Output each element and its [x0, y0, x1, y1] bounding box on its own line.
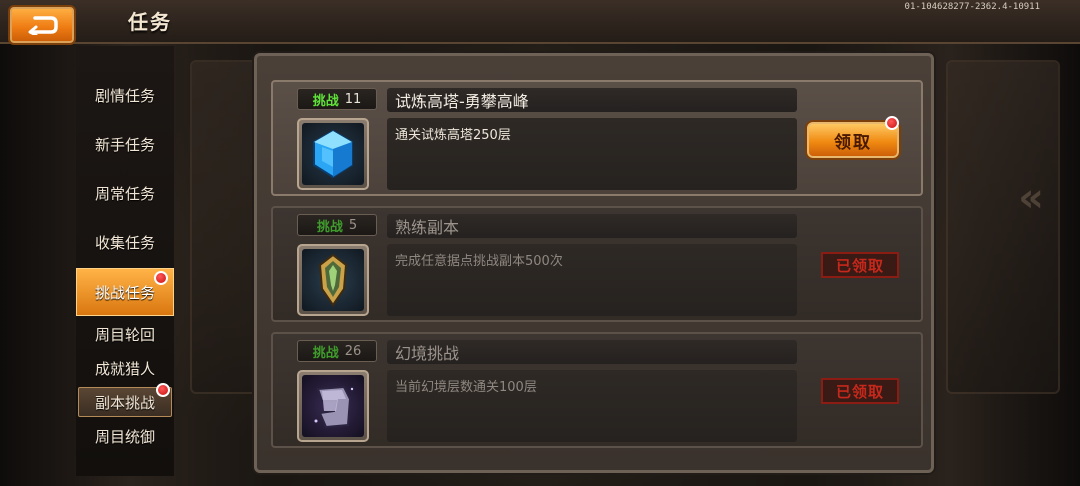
- return-arrow-icon: [28, 16, 58, 35]
- sidebar-item-label: 成就猎人: [94, 359, 155, 378]
- task-title: 幻境挑战: [387, 340, 797, 364]
- sidebar-item-label: 周目轮回: [94, 325, 155, 344]
- claim-button-label: 领取: [834, 132, 872, 153]
- task-card: 挑战 5 熟练副本 完成任意据点挑战副本500次 已领取: [271, 206, 923, 322]
- background-chevron-icon: «: [1018, 175, 1044, 221]
- sidebar-item-novice-tasks[interactable]: 新手任务: [76, 120, 174, 168]
- task-reward-icon-frame[interactable]: [297, 370, 369, 442]
- sidebar-item-story-tasks[interactable]: 剧情任务: [76, 71, 174, 119]
- top-bar: 任务 01-104628277-2362.4-10911: [0, 0, 1080, 45]
- task-card: 挑战 26 幻境挑战 当前幻境层数通关100层 已领取: [271, 332, 923, 448]
- tag-number: 26: [344, 343, 362, 359]
- page-title: 任务: [128, 10, 172, 34]
- tag-number: 11: [344, 91, 362, 107]
- sidebar-item-label: 副本挑战: [94, 393, 155, 412]
- notification-badge: [885, 116, 899, 130]
- task-description: 当前幻境层数通关100层: [387, 370, 797, 442]
- version-text: 01-104628277-2362.4-10911: [904, 2, 1040, 12]
- sidebar-item-label: 新手任务: [94, 135, 155, 154]
- tag-label: 挑战: [312, 93, 339, 109]
- tag-label: 挑战: [312, 345, 339, 361]
- task-description: 通关试炼高塔250层: [387, 118, 797, 190]
- sidebar-item-cycle-rebirth[interactable]: 周目轮回: [76, 319, 174, 349]
- tag-number: 5: [348, 217, 358, 233]
- notification-badge: [156, 383, 170, 397]
- task-description: 完成任意据点挑战副本500次: [387, 244, 797, 316]
- challenge-tag: 挑战 5: [297, 214, 377, 236]
- task-category-sidebar: 剧情任务 新手任务 周常任务 收集任务 挑战任务 周目轮回 成就猎人 副本挑战 …: [76, 46, 174, 476]
- task-reward-icon-frame[interactable]: [297, 118, 369, 190]
- claimed-stamp: 已领取: [821, 378, 899, 404]
- purple-rune-icon: [314, 385, 354, 429]
- sidebar-item-label: 周常任务: [94, 184, 155, 203]
- task-title: 试炼高塔-勇攀高峰: [387, 88, 797, 112]
- sidebar-item-label: 周目统御: [94, 427, 155, 446]
- task-list-panel: 挑战 11 试炼高塔-勇攀高峰 通关试炼高塔250层 领取 挑战 5 熟练副本 …: [254, 53, 934, 473]
- challenge-tag: 挑战 11: [297, 88, 377, 110]
- sidebar-item-label: 收集任务: [94, 233, 155, 252]
- tag-label: 挑战: [316, 219, 343, 235]
- sidebar-item-label: 挑战任务: [94, 283, 155, 302]
- sidebar-item-label: 剧情任务: [94, 86, 155, 105]
- back-button[interactable]: [8, 5, 76, 45]
- task-card: 挑战 11 试炼高塔-勇攀高峰 通关试炼高塔250层 领取: [271, 80, 923, 196]
- claimed-stamp: 已领取: [821, 252, 899, 278]
- sidebar-item-achievement-hunter[interactable]: 成就猎人: [76, 353, 174, 383]
- golden-shield-crystal-icon: [318, 253, 348, 307]
- blue-crystal-icon: [313, 129, 353, 179]
- sidebar-item-weekly-tasks[interactable]: 周常任务: [76, 169, 174, 217]
- challenge-tag: 挑战 26: [297, 340, 377, 362]
- task-reward-icon-frame[interactable]: [297, 244, 369, 316]
- notification-badge: [154, 271, 168, 285]
- sidebar-item-collection-tasks[interactable]: 收集任务: [76, 218, 174, 266]
- sidebar-item-cycle-command[interactable]: 周目统御: [76, 421, 174, 451]
- task-title: 熟练副本: [387, 214, 797, 238]
- background-door-right: [946, 60, 1060, 394]
